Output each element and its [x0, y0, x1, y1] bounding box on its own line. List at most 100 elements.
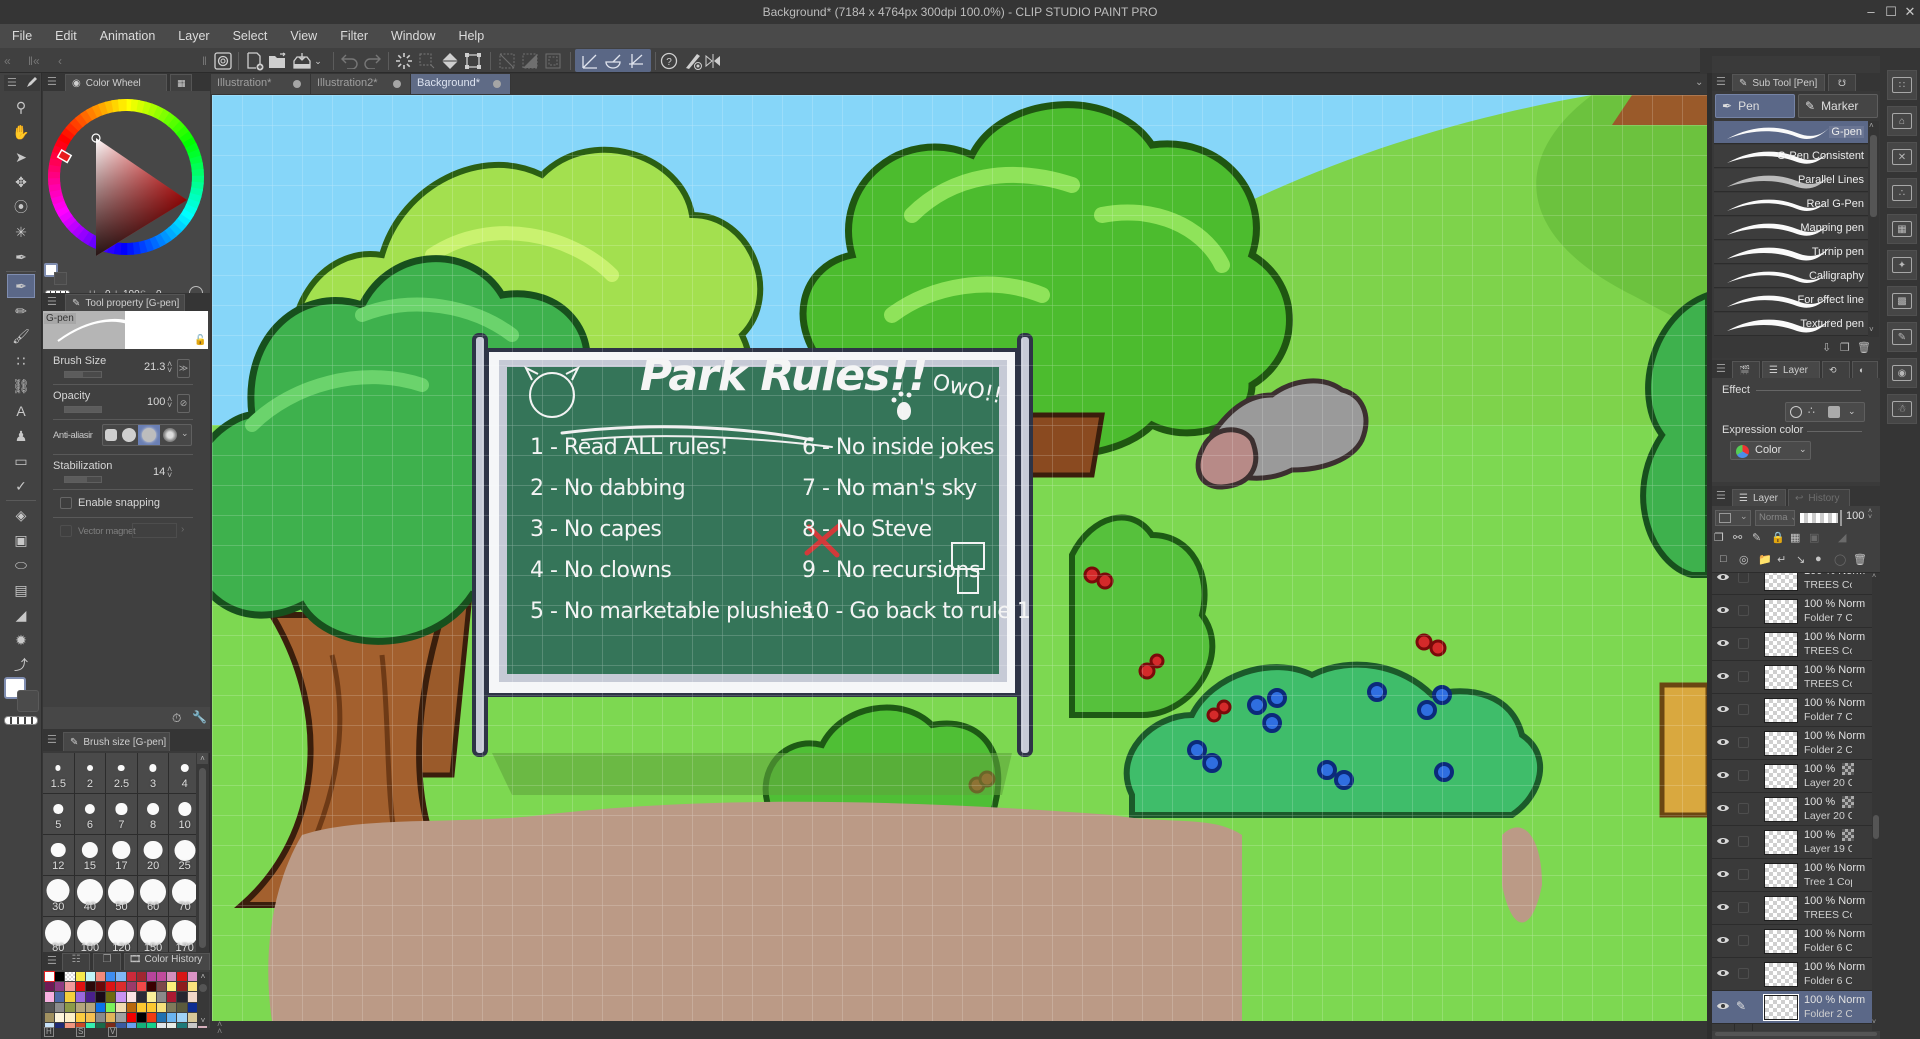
subtool-scroll-thumb[interactable] [1870, 135, 1877, 217]
toolbar-grip-icon[interactable]: ‖ [202, 54, 207, 68]
brush-size-preset[interactable]: 60 [137, 876, 169, 916]
menu-file[interactable]: File [12, 29, 32, 43]
color-swatch[interactable] [146, 972, 157, 982]
layer-select-checkbox[interactable] [1738, 902, 1749, 913]
visibility-eye-icon[interactable] [1716, 935, 1730, 945]
tool-ruler[interactable]: ◢ [7, 603, 35, 627]
brush-size-preset[interactable]: 8 [137, 794, 169, 834]
tool-fill[interactable]: ◈ [7, 503, 35, 527]
history-scroll-down[interactable]: ˅ [197, 1016, 209, 1026]
color-swatch[interactable] [177, 972, 187, 982]
doc-tab-background[interactable]: Background* [411, 74, 511, 94]
brush-size-preset[interactable]: 50 [106, 876, 137, 916]
color-swatch[interactable] [45, 982, 55, 992]
color-swatch[interactable] [106, 1002, 116, 1012]
color-swatch[interactable] [157, 972, 167, 982]
tool-correct-line[interactable]: ⤴ [7, 653, 35, 677]
material-3d-icon[interactable]: ◉ [1887, 358, 1917, 388]
tab-tool-property[interactable]: ✎ Tool property [G-pen] [65, 294, 185, 311]
layer-opacity-slider[interactable] [1800, 513, 1838, 523]
color-swatch[interactable] [85, 992, 95, 1002]
brush-size-preset[interactable]: 120 [106, 917, 137, 957]
color-swatch[interactable] [146, 992, 157, 1002]
brush-size-preset[interactable]: 40 [74, 876, 106, 916]
tool-pen[interactable]: ✒ [7, 274, 35, 298]
brush-scroll-up[interactable]: ˄ [197, 753, 208, 764]
drawing-canvas[interactable]: Park Rules!! OwO!! 1 - Read ALL rules! 2 … [212, 95, 1708, 1021]
subtool-item[interactable]: Textured pen [1714, 313, 1868, 336]
layer-row[interactable]: 100 % Norm TREES Copy [1712, 628, 1872, 661]
tab-sub-tool-detail[interactable]: ☋ [1828, 74, 1856, 91]
history-scroll-thumb[interactable] [199, 984, 207, 992]
layer-menu-icon[interactable]: ☰ [1716, 490, 1728, 502]
layer-select-checkbox[interactable] [1738, 671, 1749, 682]
close-tab-icon[interactable] [293, 80, 301, 88]
flip-horizontal-icon[interactable] [703, 51, 723, 71]
subtool-item[interactable]: Calligraphy [1714, 265, 1868, 288]
color-swatch[interactable] [85, 1012, 95, 1022]
color-swatch[interactable] [136, 992, 146, 1002]
color-swatch[interactable] [75, 992, 85, 1002]
help-icon[interactable]: ? [660, 51, 680, 71]
opacity-spinner[interactable]: ˄ ˅ [167, 395, 172, 410]
visibility-eye-icon[interactable] [1716, 836, 1730, 846]
color-panel-menu-icon[interactable]: ☰ [47, 76, 59, 88]
subtool-download-icon[interactable]: ⇩ [1822, 341, 1831, 354]
color-swatch[interactable] [55, 972, 65, 982]
show-ruler-icon[interactable]: ◢ [1838, 531, 1846, 544]
color-swatch[interactable] [55, 992, 65, 1002]
transfer-to-lower-icon[interactable]: ↵ [1777, 553, 1786, 566]
color-swatch[interactable] [75, 972, 85, 982]
tab-brush-size[interactable]: ✎ Brush size [G-pen] [63, 732, 170, 751]
subtool-group-pen[interactable]: ✒ Pen [1715, 94, 1795, 118]
brush-size-preset[interactable]: 7 [106, 794, 137, 834]
layer-row[interactable]: 100 % Norm TREES Copy [1712, 661, 1872, 694]
layer-select-checkbox[interactable] [1738, 770, 1749, 781]
visibility-eye-icon[interactable] [1716, 968, 1730, 978]
tab-navigator[interactable]: ◐ [1852, 361, 1878, 378]
color-swatch[interactable] [126, 1002, 136, 1012]
brush-size-spinner[interactable]: ˄ ˅ [167, 360, 172, 375]
color-swatch[interactable] [65, 1012, 75, 1022]
color-swatch[interactable] [116, 982, 126, 992]
tool-stamp[interactable]: ♟ [7, 424, 35, 448]
effect-border-icon[interactable] [1790, 406, 1802, 418]
color-swatch[interactable] [157, 992, 167, 1002]
brush-size-preset[interactable]: 2.5 [106, 753, 137, 793]
color-swatch[interactable] [75, 1002, 85, 1012]
layer-property-menu-icon[interactable]: ☰ [1716, 363, 1728, 375]
color-swatch[interactable] [55, 982, 65, 992]
color-swatch[interactable] [95, 1002, 106, 1012]
brush-size-preset[interactable]: 5 [43, 794, 74, 834]
subtool-scroll-up[interactable]: ˄ [1869, 121, 1874, 130]
subtool-item[interactable]: Mapping pen [1714, 217, 1868, 240]
doc-tab-illustration2[interactable]: Illustration2* [311, 74, 411, 94]
color-swatch[interactable] [177, 992, 187, 1002]
aa-weak-icon[interactable] [122, 428, 136, 442]
save-dropdown-icon[interactable]: ⌄ [312, 51, 324, 71]
brush-scroll-thumb[interactable] [199, 768, 206, 948]
vector-magnet-checkbox[interactable] [60, 525, 72, 537]
color-swatch[interactable] [167, 1002, 177, 1012]
clear-icon[interactable] [394, 51, 414, 71]
effect-layer-color-icon[interactable] [1828, 406, 1840, 418]
tab-approximate-color[interactable]: ❐ [93, 953, 121, 970]
brush-size-preset[interactable]: 80 [43, 917, 74, 957]
aa-none-icon[interactable] [105, 429, 117, 441]
snap-special-ruler-icon[interactable] [603, 51, 623, 71]
visibility-eye-icon[interactable] [1716, 869, 1730, 879]
transform-icon[interactable] [463, 51, 483, 71]
tab-color-set[interactable]: ▦ [170, 74, 192, 91]
layer-panel-resize-handle[interactable] [1715, 1032, 1877, 1036]
color-swatch[interactable] [75, 982, 85, 992]
tool-property-menu-icon[interactable]: ☰ [47, 296, 59, 308]
layer-row[interactable]: 100 % Layer 19 Copy [1712, 826, 1872, 859]
layer-row[interactable]: 100 % Norm TREES Copy [1712, 573, 1872, 595]
menu-animation[interactable]: Animation [100, 29, 156, 43]
color-swatch[interactable] [136, 1012, 146, 1022]
initial-setting-icon[interactable]: ⏱ [172, 711, 181, 726]
tab-layer[interactable]: ☰ Layer [1732, 489, 1786, 506]
color-swatch[interactable] [106, 972, 116, 982]
doc-tabs-dropdown-icon[interactable]: ⌄ [1695, 77, 1703, 88]
color-swatch[interactable] [116, 992, 126, 1002]
